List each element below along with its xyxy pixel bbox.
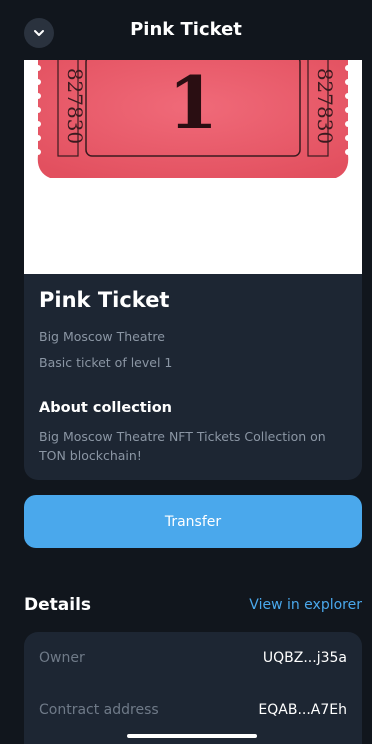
contract-address-value[interactable]: EQAB...A7Eh [258, 702, 347, 718]
nft-name: Pink Ticket [39, 288, 170, 312]
ticket-image: 827830 827830 1 [35, 60, 351, 178]
transfer-button[interactable]: Transfer [24, 495, 362, 548]
owner-row[interactable]: Owner UQBZ...j35a [39, 648, 347, 668]
ticket-serial-left: 827830 [63, 68, 87, 144]
about-collection-heading: About collection [39, 400, 172, 416]
contract-address-row[interactable]: Contract address EQAB...A7Eh [39, 700, 347, 720]
home-indicator[interactable] [127, 734, 257, 738]
details-heading: Details [24, 595, 92, 615]
page-title: Pink Ticket [130, 19, 242, 40]
owner-label: Owner [39, 650, 85, 666]
details-card: Owner UQBZ...j35a Contract address EQAB.… [24, 632, 362, 744]
contract-address-label: Contract address [39, 702, 159, 718]
ticket-serial-right: 827830 [313, 68, 337, 144]
nft-card: 827830 827830 1 Pink Ticket Big Moscow T… [24, 60, 362, 480]
about-collection-text: Big Moscow Theatre NFT Tickets Collectio… [39, 429, 326, 463]
nft-image[interactable]: 827830 827830 1 [24, 60, 362, 274]
nft-description: Basic ticket of level 1 [39, 355, 173, 370]
owner-value[interactable]: UQBZ...j35a [263, 650, 347, 666]
collection-name[interactable]: Big Moscow Theatre [39, 329, 165, 344]
view-in-explorer-link[interactable]: View in explorer [249, 597, 362, 613]
ticket-number: 1 [168, 60, 218, 145]
top-bar: Pink Ticket [0, 0, 372, 60]
